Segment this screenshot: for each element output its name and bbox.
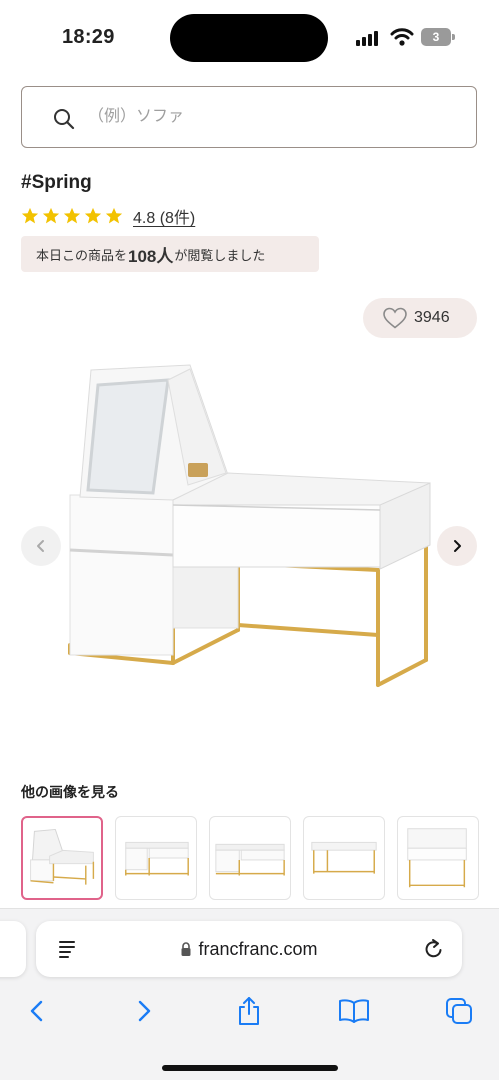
rating-stars — [21, 207, 123, 225]
url-display: francfranc.com — [36, 921, 462, 977]
browser-bottom-bar: francfranc.com — [0, 908, 499, 1080]
search-box[interactable] — [21, 86, 477, 148]
dynamic-island — [170, 14, 328, 62]
thumbnail-1[interactable] — [21, 816, 103, 900]
back-icon — [30, 1000, 43, 1022]
url-text: francfranc.com — [198, 938, 318, 959]
status-time: 18:29 — [62, 26, 115, 48]
rating-row: 4.8 (8件) — [21, 204, 195, 228]
chevron-left-icon — [37, 540, 44, 552]
star-icon — [63, 207, 81, 224]
thumbnail-5[interactable] — [397, 816, 479, 900]
star-icon — [84, 207, 102, 224]
tabs-button[interactable] — [443, 995, 475, 1027]
share-icon — [239, 997, 259, 1025]
forward-icon — [138, 1000, 151, 1022]
thumbnail-strip — [21, 816, 499, 902]
chevron-right-icon — [454, 540, 461, 552]
address-bar[interactable]: francfranc.com — [36, 921, 462, 977]
thumbnail-4[interactable] — [303, 816, 385, 900]
bookmarks-button[interactable] — [338, 995, 370, 1027]
heart-icon — [383, 307, 407, 329]
thumbnail-2[interactable] — [115, 816, 197, 900]
tabs-icon — [446, 998, 472, 1024]
previous-tab-peek[interactable] — [0, 921, 26, 977]
image-next-button[interactable] — [437, 526, 477, 566]
back-button[interactable] — [21, 995, 53, 1027]
lock-icon — [181, 942, 191, 956]
browser-toolbar — [0, 989, 499, 1035]
favorite-button[interactable]: 3946 — [363, 298, 477, 338]
product-title: #Spring — [21, 172, 92, 193]
cellular-signal-icon — [356, 30, 382, 46]
home-indicator — [162, 1065, 338, 1071]
star-icon — [42, 207, 60, 224]
battery-level: 3 — [432, 30, 440, 44]
forward-button[interactable] — [128, 995, 160, 1027]
star-icon — [21, 207, 39, 224]
star-icon — [105, 207, 123, 224]
thumbnail-3[interactable] — [209, 816, 291, 900]
rating-reviews-link[interactable]: 4.8 (8件) — [133, 204, 195, 228]
view-count-suffix: が閲覧しました — [174, 247, 266, 263]
view-count-number: 108人 — [128, 246, 174, 266]
reload-icon[interactable] — [422, 937, 446, 961]
bookmarks-icon — [339, 999, 369, 1023]
image-prev-button[interactable] — [21, 526, 61, 566]
search-input[interactable] — [88, 101, 448, 133]
view-count-badge: 本日この商品を 108人 が閲覧しました — [21, 236, 319, 272]
product-main-image[interactable] — [58, 355, 448, 700]
battery-icon: 3 — [421, 28, 455, 46]
favorite-count: 3946 — [414, 309, 450, 326]
share-button[interactable] — [233, 995, 265, 1027]
gallery-heading: 他の画像を見る — [21, 784, 119, 800]
wifi-icon — [390, 28, 414, 46]
search-icon — [54, 109, 75, 130]
view-count-prefix: 本日この商品を — [36, 247, 128, 263]
status-bar: 18:29 3 — [0, 0, 499, 76]
